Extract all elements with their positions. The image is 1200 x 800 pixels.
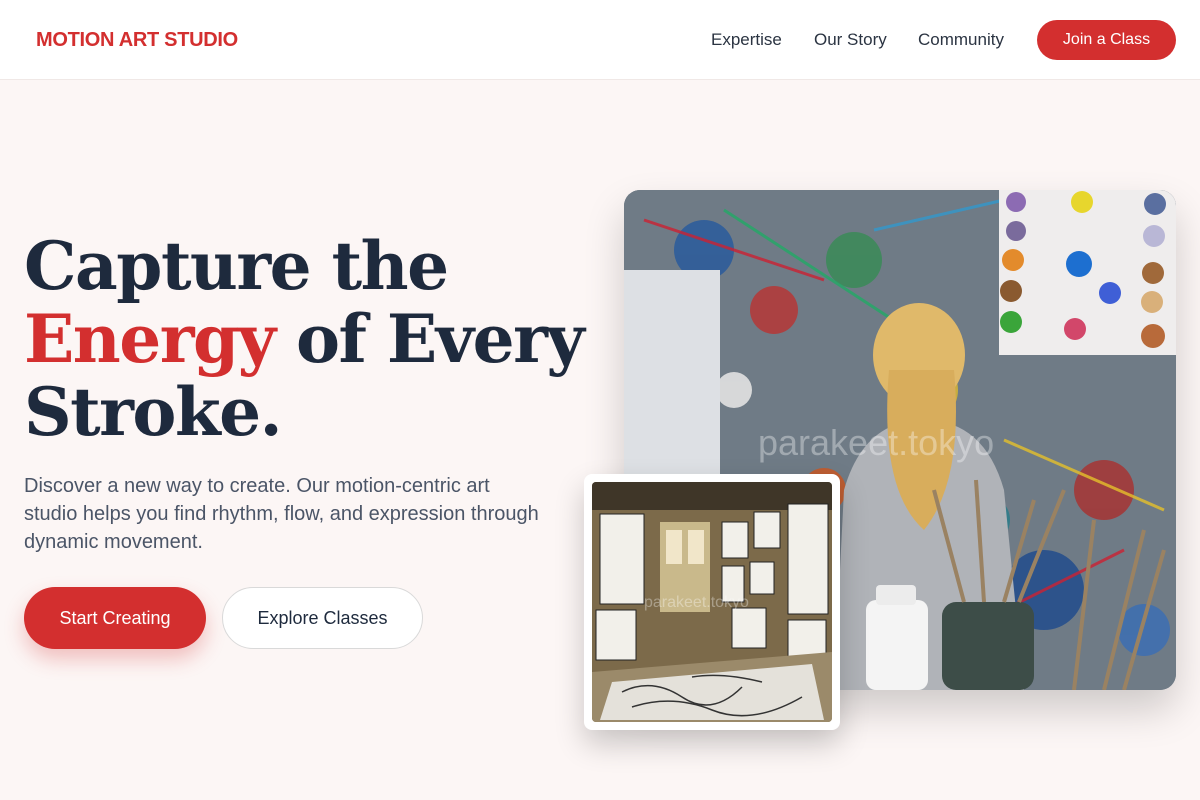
hero-inset-photo: parakeet.tokyo [592, 482, 832, 722]
hero-subtitle: Discover a new way to create. Our motion… [24, 475, 539, 553]
nav-link-our-story[interactable]: Our Story [814, 30, 887, 50]
hero-headline: Capture the Energy of Every Stroke. [24, 227, 585, 451]
inset-photo-frame: parakeet.tokyo [584, 474, 840, 730]
site-header: MOTION ART STUDIO Expertise Our Story Co… [0, 0, 1200, 80]
headline-line-3: Stroke. [24, 373, 283, 451]
start-creating-button[interactable]: Start Creating [24, 587, 206, 649]
headline-line-1: Capture the [24, 227, 449, 305]
brand-logo[interactable]: MOTION ART STUDIO [36, 29, 238, 52]
nav-link-community[interactable]: Community [918, 30, 1004, 50]
join-class-button[interactable]: Join a Class [1037, 20, 1176, 60]
explore-classes-button[interactable]: Explore Classes [222, 587, 423, 649]
headline-accent-word: Energy [24, 300, 276, 378]
nav-link-expertise[interactable]: Expertise [711, 30, 782, 50]
headline-line-2-rest: of Every [274, 300, 585, 378]
